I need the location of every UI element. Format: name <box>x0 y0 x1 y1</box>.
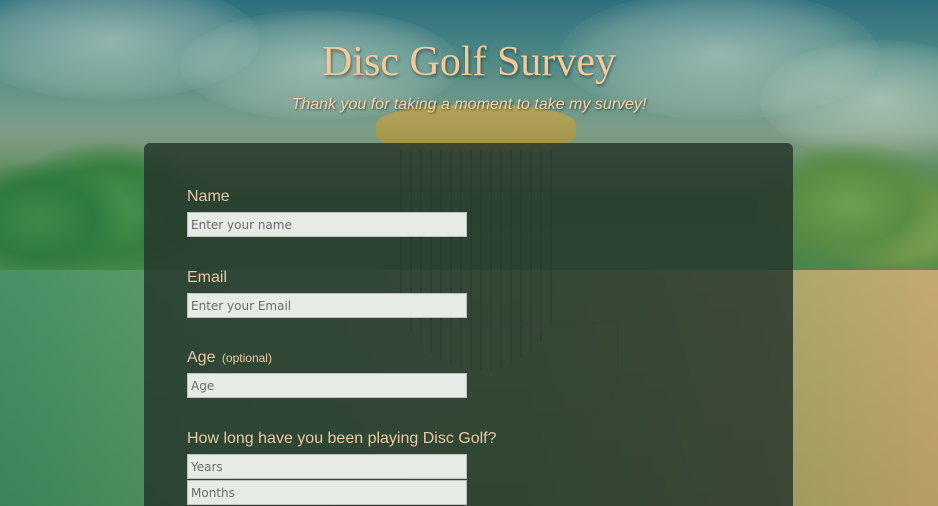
survey-form-panel <box>144 143 793 506</box>
page-title: Disc Golf Survey <box>322 39 616 85</box>
age-input[interactable] <box>187 373 467 398</box>
experience-label: How long have you been playing Disc Golf… <box>187 430 497 448</box>
name-label-text: Name <box>187 188 230 205</box>
experience-label-text: How long have you been playing Disc Golf… <box>187 430 497 447</box>
age-label: Age (optional) <box>187 349 272 367</box>
name-input[interactable] <box>187 212 467 237</box>
email-label: Email <box>187 269 227 287</box>
years-input[interactable] <box>187 454 467 479</box>
age-label-text: Age <box>187 349 216 366</box>
email-label-text: Email <box>187 269 228 286</box>
age-optional-note: (optional) <box>221 351 272 365</box>
page-description: Thank you for taking a moment to take my… <box>291 96 647 113</box>
name-label: Name <box>187 188 230 206</box>
months-input[interactable] <box>187 480 467 505</box>
email-input[interactable] <box>187 293 467 318</box>
